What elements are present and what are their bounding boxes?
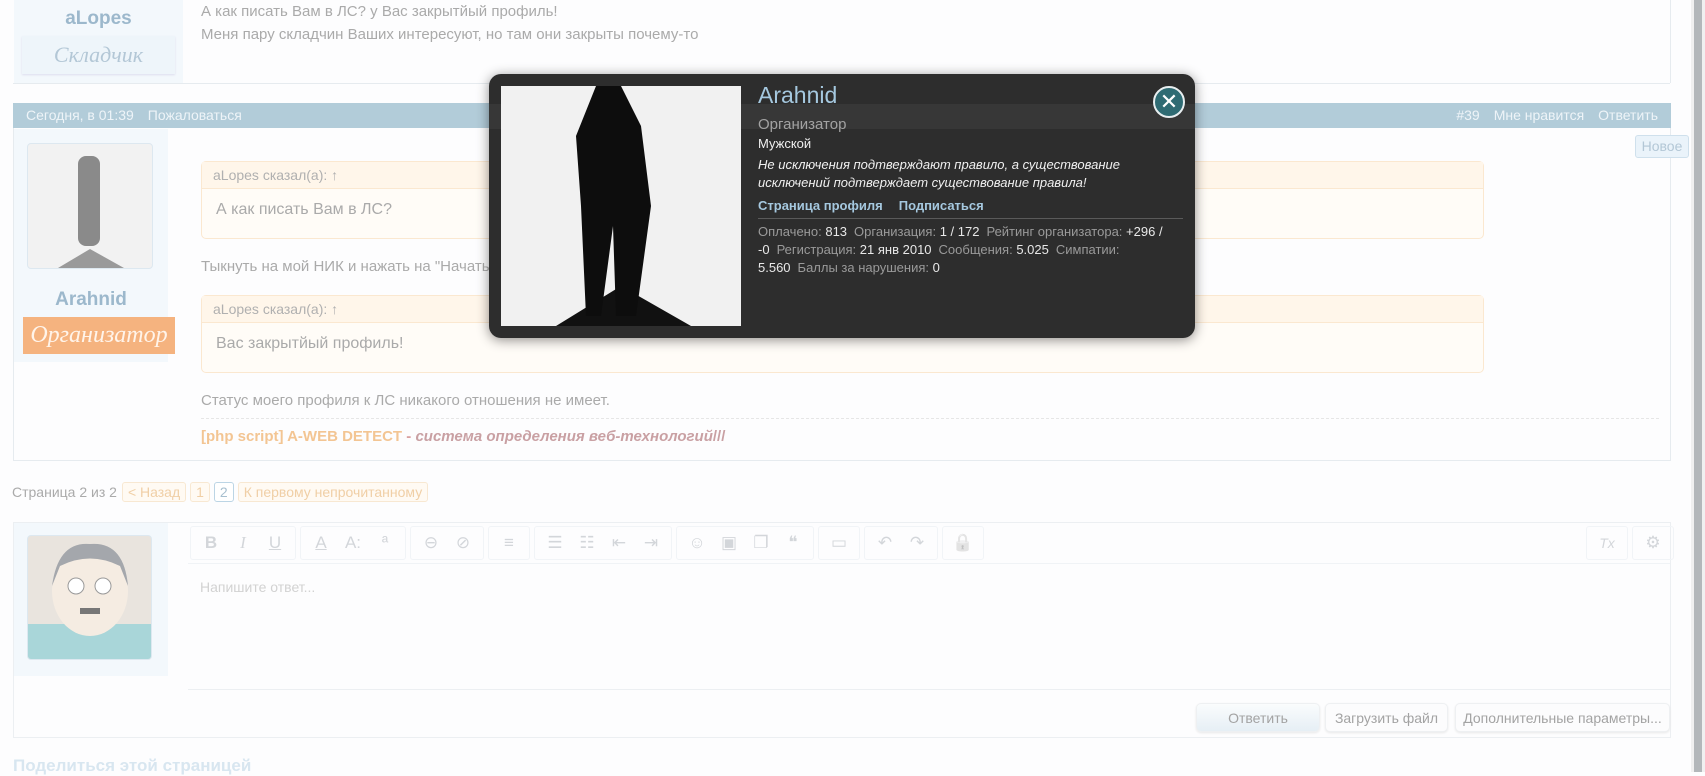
signature-text: система определения веб-технологий: [415, 428, 713, 445]
stat-label: Баллы за нарушения:: [797, 260, 929, 275]
outdent-icon[interactable]: ⇤: [603, 533, 635, 553]
bold-icon[interactable]: B: [195, 533, 227, 553]
signature-tail: ///: [712, 428, 726, 445]
font-size-icon[interactable]: A:: [337, 533, 369, 553]
share-heading: Поделиться этой страницей: [13, 756, 252, 775]
bullet-list-icon[interactable]: ☰: [539, 533, 571, 553]
signature-sep: -: [402, 428, 416, 445]
stat-item: Баллы за нарушения: 0: [798, 260, 940, 275]
follow-link[interactable]: Подписаться: [899, 198, 984, 213]
post-username[interactable]: Arahnid: [14, 289, 168, 311]
new-badge: Новое: [1635, 135, 1689, 158]
member-links: Страница профиля Подписаться: [758, 198, 984, 213]
remove-format-icon[interactable]: Tx: [1591, 535, 1623, 551]
page-2[interactable]: 2: [213, 482, 234, 502]
profile-page-link[interactable]: Страница профиля: [758, 198, 883, 213]
prev-user-panel: aLopes Складчик: [14, 0, 183, 83]
stat-item: Регистрация: 21 янв 2010: [777, 242, 932, 257]
image-icon[interactable]: ▣: [713, 533, 745, 553]
reply-link[interactable]: Ответить: [1598, 107, 1658, 123]
member-title: Организатор: [758, 116, 847, 133]
stat-label: Оплачено:: [758, 224, 822, 239]
prev-user-title: Складчик: [22, 36, 175, 74]
user-avatar[interactable]: [27, 143, 153, 269]
underline-icon[interactable]: U: [259, 533, 291, 553]
reply-avatar: [27, 535, 152, 660]
font-family-icon[interactable]: ª: [369, 533, 401, 553]
signature-divider: [201, 418, 1659, 419]
close-icon[interactable]: ✕: [1153, 86, 1185, 118]
page-label: Страница 2 из 2: [12, 484, 117, 500]
post-text: Статус моего профиля к ЛС никакого отнош…: [201, 392, 610, 409]
post-user-title: Организатор: [23, 317, 175, 354]
stat-value: 21 янв 2010: [859, 242, 932, 257]
stat-label: Рейтинг организатора:: [986, 224, 1123, 239]
editor-toolbar: BIU A A: ª ⊖ ⊘ ≡ ☰ ☷ ⇤ ⇥ ☺ ▣ ❐ ❝ ▭ ↶ ↷ 🔒: [190, 526, 984, 560]
text-line: А как писать Вам в ЛС? у Вас закрытйый п…: [201, 3, 558, 20]
settings-icon[interactable]: ⚙: [1637, 533, 1669, 553]
avatar-image: [28, 543, 151, 659]
first-unread-button[interactable]: К первому непрочитанному: [237, 482, 429, 502]
prev-page-button[interactable]: < Назад: [121, 482, 187, 502]
page-1[interactable]: 1: [190, 482, 210, 502]
smilie-icon[interactable]: ☺: [681, 533, 713, 553]
upload-file-button[interactable]: Загрузить файл: [1325, 703, 1448, 732]
editor-toolbar-right: Tx ⚙: [1586, 526, 1674, 560]
reply-button[interactable]: Ответить: [1196, 703, 1320, 732]
pagination: Страница 2 из 2 < Назад 1 2 К первому не…: [12, 482, 432, 502]
popup-divider: [758, 218, 1183, 219]
stat-value: 1 / 172: [939, 224, 980, 239]
stat-item: Организация: 1 / 172: [854, 224, 979, 239]
member-avatar[interactable]: [501, 86, 741, 326]
stat-value: 5.560: [758, 260, 791, 275]
indent-icon[interactable]: ⇥: [635, 533, 667, 553]
link-icon[interactable]: ⊖: [415, 533, 447, 553]
stat-label: Симпатии:: [1055, 242, 1120, 257]
member-name[interactable]: Arahnid: [758, 82, 837, 109]
member-gender: Мужской: [758, 136, 812, 151]
avatar-image: [58, 156, 124, 268]
align-icon[interactable]: ≡: [493, 533, 525, 553]
divider: [1670, 0, 1671, 83]
undo-icon[interactable]: ↶: [869, 533, 901, 553]
stat-label: Сообщения:: [938, 242, 1013, 257]
stat-item: Оплачено: 813: [758, 224, 847, 239]
save-icon[interactable]: ▭: [823, 533, 855, 553]
prev-post-text: А как писать Вам в ЛС? у Вас закрытйый п…: [201, 0, 698, 46]
like-link[interactable]: Мне нравится: [1494, 107, 1584, 123]
stat-label: Регистрация:: [776, 242, 857, 257]
avatar-image: [556, 86, 691, 326]
post-date[interactable]: Сегодня, в 01:39: [26, 107, 134, 123]
member-stats: Оплачено: 813 Организация: 1 / 172 Рейтинг…: [758, 223, 1178, 277]
font-color-icon[interactable]: A: [305, 533, 337, 553]
number-list-icon[interactable]: ☷: [571, 533, 603, 553]
member-status: Не исключения подтверждают правило, а су…: [758, 157, 1120, 190]
reply-textarea[interactable]: Напишите ответ...: [188, 563, 1670, 690]
quote-icon[interactable]: ❝: [777, 533, 809, 553]
media-icon[interactable]: ❐: [745, 533, 777, 553]
post-number[interactable]: #39: [1456, 107, 1479, 123]
scrollbar-track[interactable]: [1691, 0, 1705, 772]
stat-item: Сообщения: 5.025: [939, 242, 1049, 257]
signature: [php script] A-WEB DETECT - система опре…: [201, 428, 725, 445]
stat-value: 813: [825, 224, 848, 239]
lock-icon[interactable]: 🔒: [947, 533, 979, 553]
signature-link[interactable]: [php script] A-WEB DETECT: [201, 428, 402, 445]
scrollbar-thumb[interactable]: [1694, 0, 1702, 772]
stat-value: 5.025: [1016, 242, 1049, 257]
member-card-popup: Arahnid Организатор Мужской Не исключени…: [489, 74, 1195, 338]
stat-label: Организация:: [854, 224, 937, 239]
more-options-button[interactable]: Дополнительные параметры...: [1455, 703, 1670, 732]
post-text: Тыкнуть на мой НИК и нажать на "Начать: [201, 258, 490, 275]
italic-icon[interactable]: I: [227, 533, 259, 553]
prev-username[interactable]: aLopes: [14, 8, 183, 30]
stat-value: 0: [932, 260, 940, 275]
redo-icon[interactable]: ↷: [901, 533, 933, 553]
unlink-icon[interactable]: ⊘: [447, 533, 479, 553]
text-line: Меня пару складчин Ваших интересуют, но …: [201, 26, 699, 43]
report-link[interactable]: Пожаловаться: [148, 107, 242, 123]
